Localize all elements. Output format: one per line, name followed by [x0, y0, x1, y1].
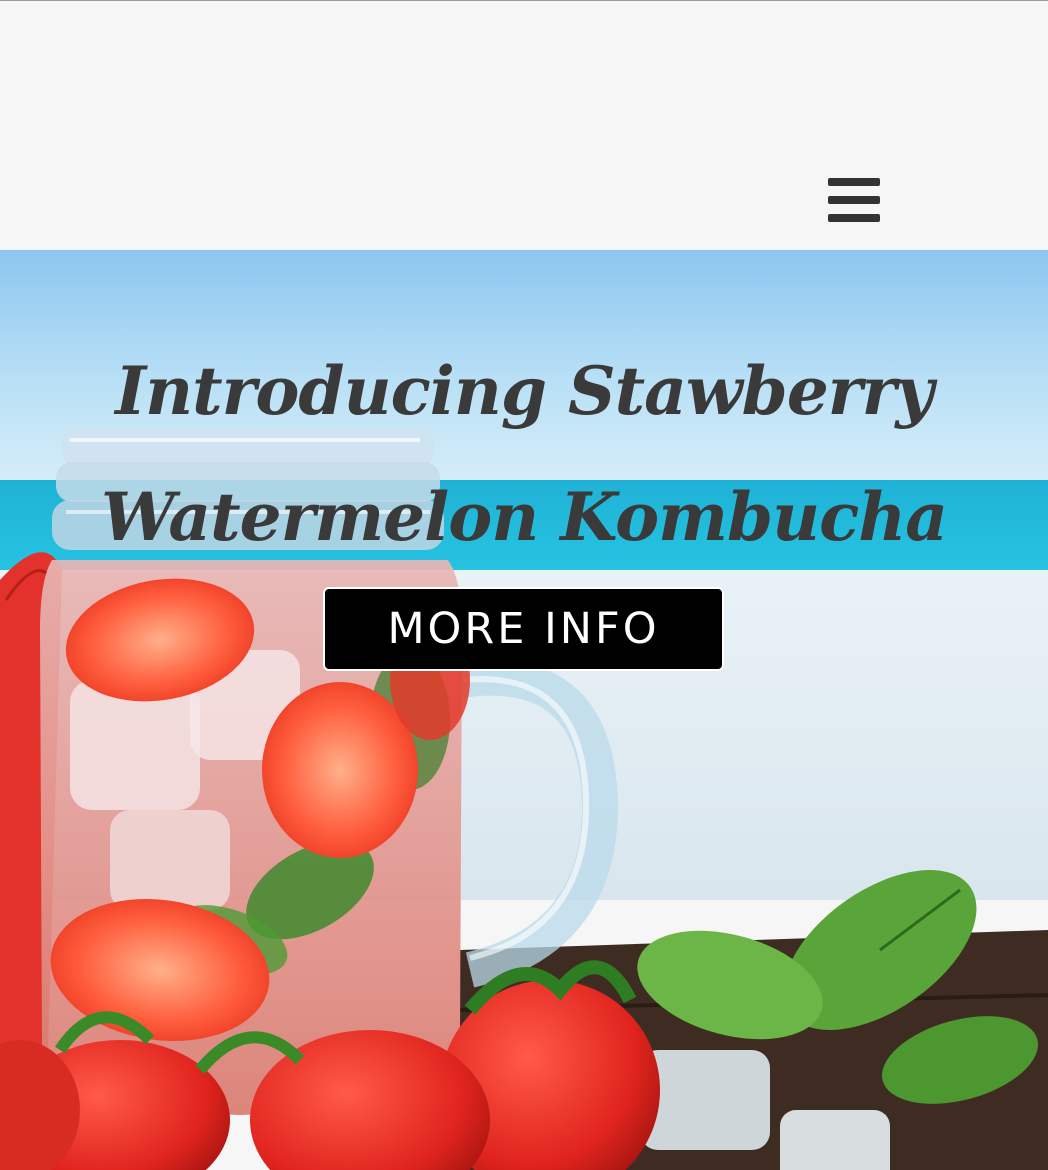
menu-bar-top	[828, 178, 880, 186]
menu-bar-bottom	[828, 214, 880, 222]
hero-title: Introducing Stawberry Watermelon Kombuch…	[100, 352, 948, 556]
hero-banner: Introducing Stawberry Watermelon Kombuch…	[0, 250, 1048, 1170]
menu-bar-middle	[828, 196, 880, 204]
hamburger-menu-icon[interactable]	[826, 176, 882, 224]
more-info-button[interactable]: MORE INFO	[323, 587, 724, 671]
site-header	[0, 1, 1048, 250]
